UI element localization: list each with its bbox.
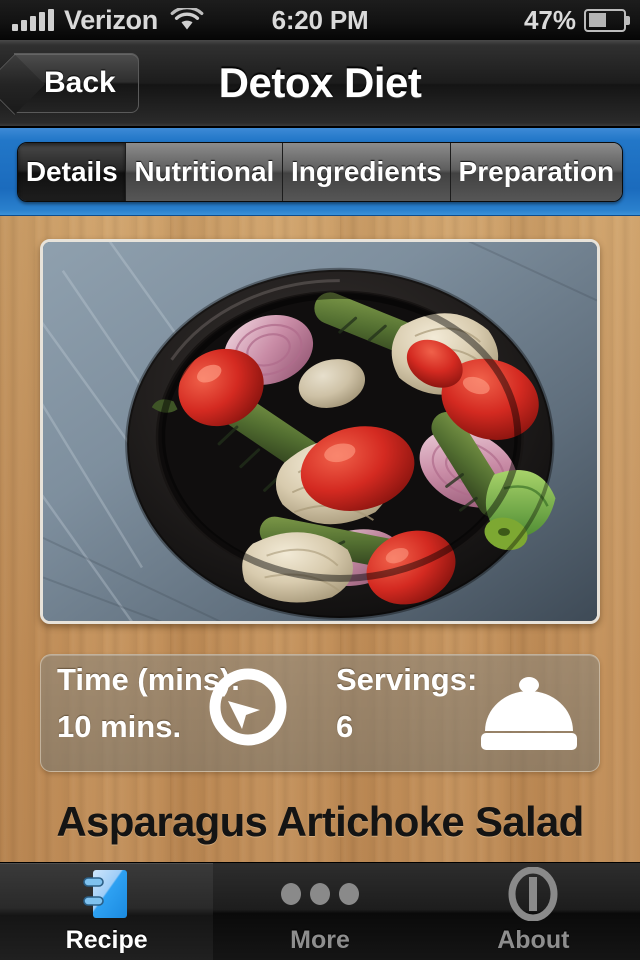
- tab-preparation[interactable]: Preparation: [450, 142, 622, 201]
- tab-nutritional-label: Nutritional: [134, 155, 275, 187]
- info-icon: [506, 867, 560, 921]
- tab-ingredients[interactable]: Ingredients: [283, 142, 451, 201]
- tab-preparation-label: Preparation: [458, 155, 615, 187]
- recipe-servings-cell: Servings: 6: [320, 655, 599, 771]
- segmented-control-bar: Details Nutritional Ingredients Preparat…: [0, 128, 640, 216]
- tab-bar-item-about[interactable]: About: [427, 863, 640, 960]
- recipe-photo-illustration: [43, 242, 597, 621]
- tab-details[interactable]: Details: [18, 142, 127, 201]
- tab-nutritional[interactable]: Nutritional: [126, 142, 284, 201]
- tab-bar-label-more: More: [290, 926, 350, 954]
- app-screen: Verizon 6:20 PM 47% Back Detox Diet Deta…: [0, 0, 640, 960]
- tab-bar-label-about: About: [497, 926, 570, 954]
- status-bar-clock: 6:20 PM: [271, 4, 369, 35]
- tab-details-label: Details: [25, 155, 118, 187]
- recipe-photo[interactable]: [40, 239, 600, 624]
- recipe-info-panel: Time (mins): 10 mins. Servings: 6: [40, 654, 600, 772]
- battery-icon: [584, 8, 630, 32]
- navigation-bar: Back Detox Diet: [0, 40, 640, 128]
- ellipsis-icon: [280, 868, 359, 920]
- back-button[interactable]: Back: [14, 53, 139, 113]
- tab-ingredients-label: Ingredients: [290, 155, 442, 187]
- status-bar: Verizon 6:20 PM 47%: [0, 0, 640, 40]
- recipe-title: Asparagus Artichoke Salad: [56, 798, 584, 845]
- notebook-icon: [80, 868, 134, 920]
- tab-bar-item-recipe[interactable]: Recipe: [0, 863, 214, 960]
- back-button-label: Back: [44, 66, 116, 99]
- tab-bar-label-recipe: Recipe: [65, 926, 148, 954]
- tab-bar: Recipe More About: [0, 862, 640, 960]
- cloche-icon: [477, 673, 581, 758]
- recipe-time-cell: Time (mins): 10 mins.: [41, 655, 320, 771]
- segmented-control[interactable]: Details Nutritional Ingredients Preparat…: [17, 141, 623, 202]
- recipe-detail-content: Time (mins): 10 mins. Servings: 6 Aspara…: [0, 216, 640, 862]
- timer-icon: [206, 665, 290, 754]
- tab-bar-item-more[interactable]: More: [213, 863, 426, 960]
